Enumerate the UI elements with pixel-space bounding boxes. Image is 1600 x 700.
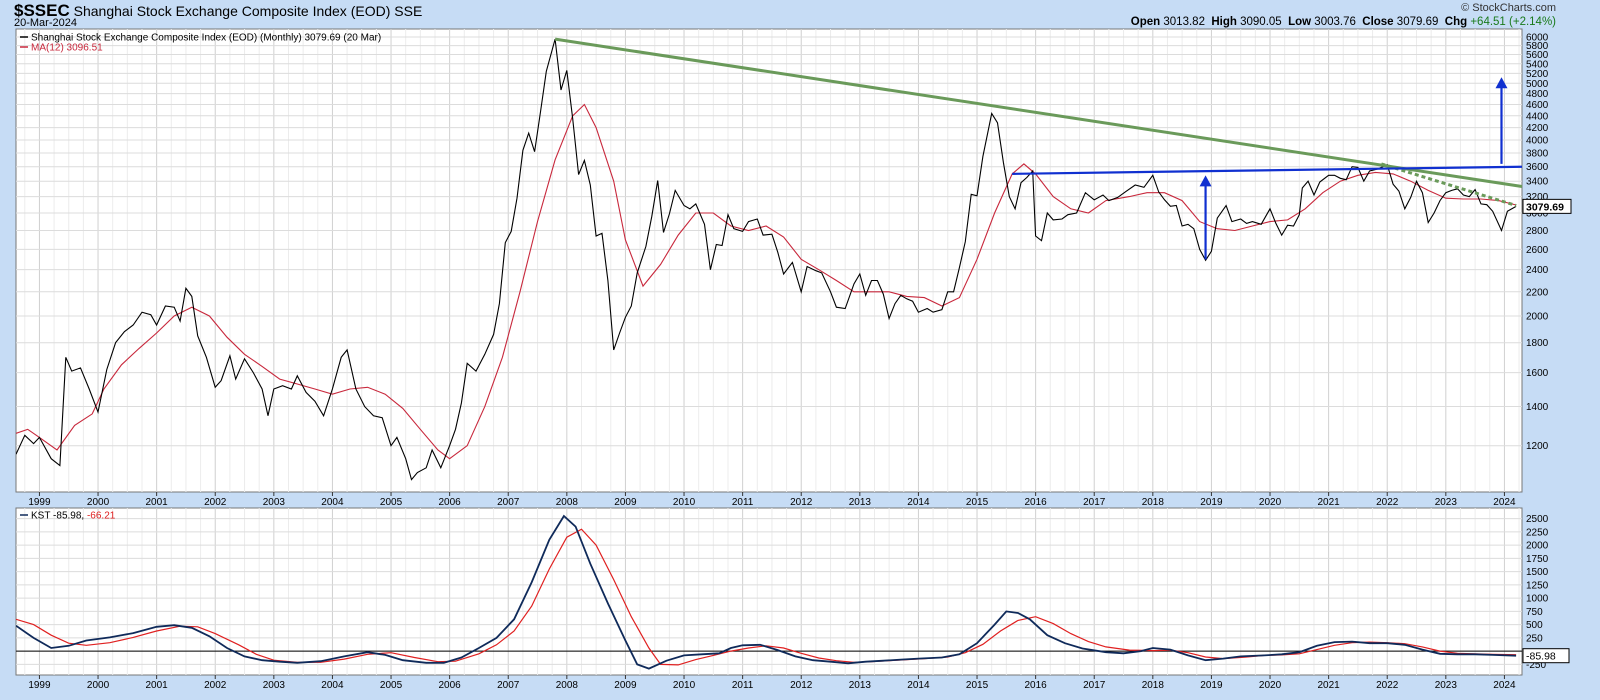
price-y-tick-label: 6000 (1526, 33, 1549, 44)
kst-x-tick-label: 2010 (673, 680, 696, 691)
price-x-tick-label: 2016 (1025, 497, 1048, 508)
kst-x-tick-label: 2017 (1083, 680, 1106, 691)
kst-x-tick-label: 2002 (204, 680, 227, 691)
kst-x-tick-label: 2013 (849, 680, 872, 691)
price-y-tick-label: 2000 (1526, 311, 1549, 322)
price-y-tick-label: 4200 (1526, 123, 1549, 134)
price-x-tick-label: 2008 (556, 497, 579, 508)
price-x-tick-label: 2015 (966, 497, 989, 508)
kst-y-tick-label: 1750 (1526, 554, 1549, 565)
kst-x-tick-label: 2021 (1317, 680, 1340, 691)
kst-x-tick-label: 2009 (614, 680, 637, 691)
kst-x-tick-label: 2023 (1435, 680, 1458, 691)
kst-legend-value: -85.98, (53, 511, 87, 522)
price-y-tick-label: 3600 (1526, 162, 1549, 173)
price-y-tick-label: 5000 (1526, 79, 1549, 90)
price-x-tick-label: 2013 (849, 497, 872, 508)
kst-x-tick-label: 2004 (321, 680, 344, 691)
kst-x-tick-label: 2014 (907, 680, 930, 691)
price-y-tick-label: 4800 (1526, 89, 1549, 100)
price-x-tick-label: 2024 (1493, 497, 1516, 508)
price-y-tick-label: 4400 (1526, 111, 1549, 122)
price-x-tick-label: 2017 (1083, 497, 1106, 508)
kst-legend-label: KST -85.98, -66.21 (31, 511, 116, 522)
kst-y-tick-label: 2250 (1526, 527, 1549, 538)
price-y-tick-label: 3400 (1526, 177, 1549, 188)
price-x-tick-label: 2010 (673, 497, 696, 508)
price-x-tick-label: 2014 (907, 497, 930, 508)
kst-y-tick-label: 250 (1526, 633, 1543, 644)
last-price-tag: 3079.69 (1526, 201, 1564, 213)
price-y-tick-label: 4000 (1526, 135, 1549, 146)
price-x-tick-label: 2018 (1142, 497, 1165, 508)
price-x-tick-label: 2005 (380, 497, 403, 508)
price-y-tick-label: 3800 (1526, 148, 1549, 159)
kst-x-tick-label: 2001 (146, 680, 169, 691)
price-y-tick-label: 2600 (1526, 245, 1549, 256)
price-x-tick-label: 2021 (1317, 497, 1340, 508)
price-x-tick-label: 2000 (87, 497, 110, 508)
kst-x-tick-label: 2018 (1142, 680, 1165, 691)
kst-signal-legend-value: -66.21 (87, 511, 116, 522)
price-y-tick-label: 1400 (1526, 402, 1549, 413)
price-y-tick-label: 2200 (1526, 287, 1549, 298)
kst-y-tick-label: 1000 (1526, 594, 1549, 605)
price-x-tick-label: 2023 (1435, 497, 1458, 508)
kst-x-tick-label: 1999 (28, 680, 51, 691)
price-y-tick-label: 1600 (1526, 368, 1549, 379)
last-kst-tag: -85.98 (1526, 651, 1556, 663)
kst-x-tick-label: 2008 (556, 680, 579, 691)
kst-x-tick-label: 2015 (966, 680, 989, 691)
kst-x-tick-label: 2003 (263, 680, 286, 691)
kst-x-tick-label: 2020 (1259, 680, 1282, 691)
kst-y-tick-label: 2500 (1526, 514, 1549, 525)
price-x-tick-label: 2001 (146, 497, 169, 508)
price-x-tick-label: 2012 (790, 497, 813, 508)
ma-legend-label: MA(12) 3096.51 (31, 43, 103, 54)
kst-panel (15, 507, 1523, 676)
price-x-tick-label: 2022 (1376, 497, 1399, 508)
kst-x-tick-label: 2005 (380, 680, 403, 691)
kst-legend: KST -85.98, -66.21 (20, 511, 116, 522)
price-y-tick-label: 2400 (1526, 265, 1549, 276)
price-x-tick-label: 2002 (204, 497, 227, 508)
price-y-tick-label: 1200 (1526, 441, 1549, 452)
price-y-tick-label: 5200 (1526, 69, 1549, 80)
price-panel (15, 28, 1523, 493)
kst-y-tick-label: 2000 (1526, 541, 1549, 552)
price-y-tick-label: 1800 (1526, 338, 1549, 349)
kst-x-tick-label: 2016 (1025, 680, 1048, 691)
price-x-tick-label: 2004 (321, 497, 344, 508)
kst-x-tick-label: 2007 (497, 680, 520, 691)
price-y-tick-label: 4600 (1526, 100, 1549, 111)
price-x-tick-label: 2007 (497, 497, 520, 508)
price-x-tick-label: 2019 (1200, 497, 1223, 508)
kst-x-tick-label: 2012 (790, 680, 813, 691)
price-x-tick-label: 2006 (439, 497, 462, 508)
price-x-tick-label: 2011 (732, 497, 754, 508)
price-x-tick-label: 2009 (614, 497, 637, 508)
kst-x-tick-label: 2022 (1376, 680, 1399, 691)
price-x-tick-label: 2020 (1259, 497, 1282, 508)
kst-x-tick-label: 2024 (1493, 680, 1516, 691)
chart-canvas: 1200140016001800200022002400260028003000… (15, 28, 1572, 691)
price-x-tick-label: 1999 (28, 497, 51, 508)
kst-x-tick-label: 2006 (439, 680, 462, 691)
kst-y-tick-label: 500 (1526, 620, 1543, 631)
kst-y-tick-label: 750 (1526, 607, 1543, 618)
kst-y-tick-label: 1500 (1526, 567, 1549, 578)
kst-x-tick-label: 2011 (732, 680, 754, 691)
kst-x-tick-label: 2019 (1200, 680, 1223, 691)
kst-x-tick-label: 2000 (87, 680, 110, 691)
price-x-tick-label: 2003 (263, 497, 286, 508)
price-y-tick-label: 2800 (1526, 226, 1549, 237)
kst-y-tick-label: 1250 (1526, 580, 1549, 591)
